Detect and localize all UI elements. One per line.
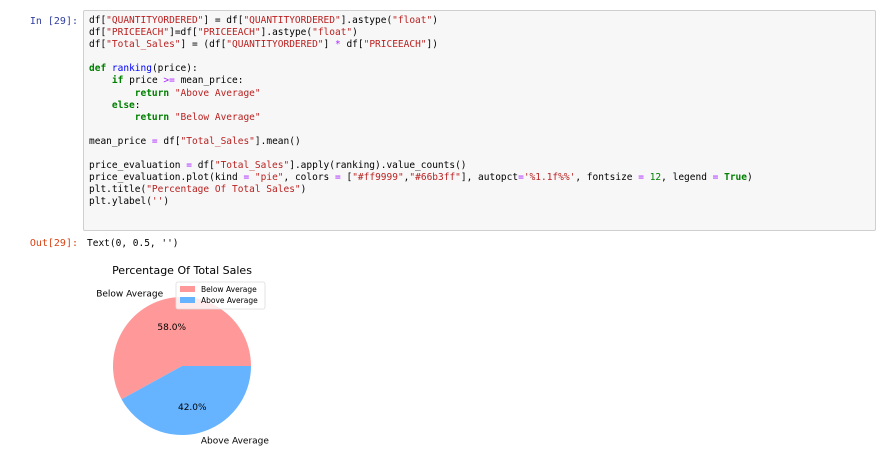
- legend-swatch: [180, 297, 195, 303]
- legend-label: Above Average: [201, 296, 258, 305]
- code-line: return "Below Average": [134, 111, 261, 123]
- code-line: df["Total_Sales"] = (df["QUANTITYORDERED…: [89, 39, 438, 51]
- code-line: df["PRICEEACH"]=df["PRICEEACH"].astype("…: [89, 27, 358, 39]
- output-prompt: Out[29]:: [29, 238, 78, 249]
- pie-percent-label: 58.0%: [157, 323, 186, 333]
- code-line: df["QUANTITYORDERED"] = df["QUANTITYORDE…: [89, 15, 438, 26]
- input-prompt: In [29]:: [29, 16, 78, 27]
- code-editor[interactable]: df["QUANTITYORDERED"] = df["QUANTITYORDE…: [89, 15, 753, 209]
- code-line: price_evaluation.plot(kind = "pie", colo…: [89, 172, 753, 184]
- chart-legend: Below Average Above Average: [175, 281, 266, 310]
- output-text: Text(0, 0.5, ''): [87, 238, 179, 249]
- legend-label: Below Average: [201, 285, 257, 294]
- code-line: if price >= mean_price:: [111, 75, 244, 87]
- pie-category-label: Above Average: [201, 437, 270, 447]
- pie-category-label: Below Average: [96, 289, 163, 299]
- code-cell-input[interactable]: df["QUANTITYORDERED"] = df["QUANTITYORDE…: [83, 10, 876, 231]
- code-line: mean_price = df["Total_Sales"].mean(): [89, 135, 301, 147]
- code-line: else:: [111, 99, 141, 111]
- legend-swatch: [180, 286, 195, 292]
- code-line: def ranking(price):: [89, 63, 198, 75]
- pie-chart: Percentage Of Total Sales Below Average A…: [96, 264, 270, 447]
- code-line: plt.title("Percentage Of Total Sales"): [89, 184, 307, 196]
- code-line: return "Above Average": [134, 87, 261, 99]
- code-line: price_evaluation = df["Total_Sales"].app…: [89, 160, 467, 172]
- pie-percent-label: 42.0%: [178, 403, 207, 413]
- code-line: plt.ylabel(''): [89, 196, 170, 208]
- chart-title: Percentage Of Total Sales: [112, 264, 252, 277]
